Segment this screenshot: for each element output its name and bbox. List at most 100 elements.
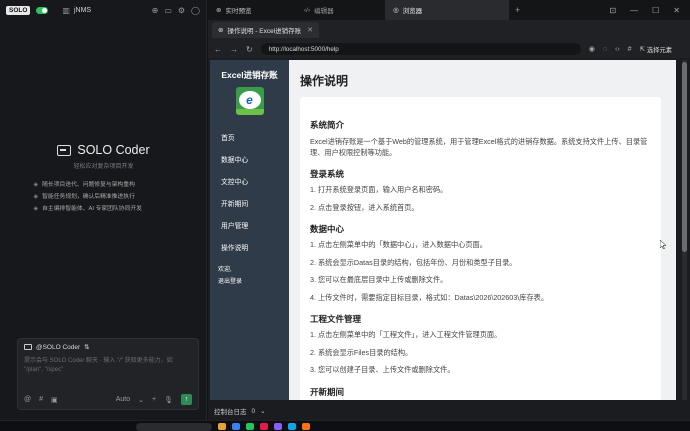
chat-placeholder[interactable]: 提示会与 SOLO Coder 聊天 · 输入 "/" 获取更多能力，如 "/p… xyxy=(18,355,198,377)
chevron-down-icon[interactable]: ⌄ xyxy=(260,407,265,415)
browser-navbar: ← → ↻ http://localhost:5000/help ◉ ◌ ‹› … xyxy=(208,40,690,58)
taskbar-app-icon[interactable] xyxy=(274,423,282,430)
list-item: 1. 打开系统登录页面，输入用户名和密码。 xyxy=(310,185,448,194)
feature-text: 自主编排智能体、AI 专家团队协同开发 xyxy=(42,206,142,212)
nav-item-home[interactable]: 首页 xyxy=(210,126,289,148)
list-item: 3. 您可以创建子目录、上传文件或删除文件。 xyxy=(310,365,455,374)
taskbar-app-icon[interactable] xyxy=(246,423,254,430)
code-icon: ‹/› xyxy=(304,6,311,14)
send-button[interactable]: ↑ xyxy=(181,394,192,405)
close-icon[interactable]: ✕ xyxy=(673,6,680,15)
nav-item-new-period[interactable]: 开新期间 xyxy=(210,192,289,214)
tab-label: 编辑器 xyxy=(314,8,334,15)
feature-item: ◈ 自主编排智能体、AI 专家团队协同开发 xyxy=(34,203,174,215)
nav-item-help[interactable]: 操作说明 xyxy=(210,236,289,258)
taskbar-app-icon[interactable] xyxy=(218,423,226,430)
help-card: 系统简介 Excel进销存账是一个基于Web的管理系统，用于管理Excel格式的… xyxy=(300,97,661,400)
account-icon[interactable]: ◯ xyxy=(191,6,200,15)
maximize-icon[interactable]: ☐ xyxy=(652,6,659,15)
logo-stripe xyxy=(235,109,264,115)
browser-icon: ◎ xyxy=(393,7,399,14)
tab-editor[interactable]: ‹/› 编辑器 xyxy=(296,0,385,20)
new-chat-icon[interactable]: ⊕ xyxy=(152,6,159,15)
list-item: 2. 系统会显示Files目录的结构。 xyxy=(310,347,413,357)
page-tab-title: 操作说明 - Excel进销存账 xyxy=(227,28,302,35)
settings-icon[interactable]: ⚙ xyxy=(178,6,185,15)
mode-select[interactable]: Auto xyxy=(116,396,130,403)
console-label[interactable]: 控制台日志 xyxy=(214,406,247,416)
nav-item-data-center[interactable]: 数据中心 xyxy=(210,148,289,170)
record-icon[interactable]: ◉ xyxy=(589,45,595,53)
reload-icon[interactable]: ↻ xyxy=(246,45,253,54)
agent-mention: @SOLO Coder xyxy=(36,343,81,351)
close-tab-icon[interactable]: ✕ xyxy=(307,26,313,34)
taskbar-app-icon[interactable] xyxy=(260,423,268,430)
taskbar-app-icon[interactable] xyxy=(302,423,310,430)
navbar-tools: ◉ ◌ ‹› # ⇱ 选择元素 xyxy=(589,45,672,54)
chevron-down-icon[interactable]: ⌄ xyxy=(138,396,144,404)
add-icon[interactable]: + xyxy=(152,396,156,403)
browser-tabbar: ⊛ 操作说明 - Excel进销存账 ✕ xyxy=(208,20,690,40)
solo-subtitle: 轻松应对复杂项目开发 xyxy=(73,164,134,170)
screen: SOLO ▥ jNMS ⊕ ▭ ⚙ ◯ SOLO Coder 轻松应对复杂项目开… xyxy=(0,0,690,431)
at-icon[interactable]: @ xyxy=(24,396,31,403)
section-heading: 开新期间 xyxy=(310,386,345,397)
taskbar-search[interactable] xyxy=(136,423,212,431)
screenshot-icon[interactable]: ◌ xyxy=(603,46,607,53)
solo-toggle[interactable] xyxy=(36,6,49,14)
list-item: 1. 点击左侧菜单中的「数据中心」，进入数据中心页面。 xyxy=(310,240,487,249)
chat-mention: @SOLO Coder ⇅ xyxy=(18,339,198,355)
page-favicon-icon: ⊛ xyxy=(218,27,224,34)
console-count: 0 xyxy=(251,407,256,415)
app-nav: 首页 数据中心 文控中心 开新期间 用户管理 操作说明 xyxy=(210,126,289,258)
feature-icon: ◈ xyxy=(33,194,39,200)
hash-tool-icon[interactable]: # xyxy=(628,46,632,53)
tab-browser[interactable]: ◎ 浏览器 xyxy=(385,0,509,20)
taskbar-app-icon[interactable] xyxy=(288,423,296,430)
new-tab-button[interactable]: + xyxy=(509,5,526,15)
split-icon[interactable]: ⊡ xyxy=(609,6,616,15)
page-content: 操作说明 系统简介 Excel进销存账是一个基于Web的管理系统，用于管理Exc… xyxy=(289,60,676,400)
project-name: jNMS xyxy=(73,6,92,14)
nav-item-doc-center[interactable]: 文控中心 xyxy=(210,170,289,192)
project-switcher[interactable]: ▥ jNMS xyxy=(62,6,91,15)
user-area: 欢迎, 退出登录 xyxy=(210,264,289,288)
history-icon[interactable]: ▭ xyxy=(164,6,172,15)
scrollbar-thumb[interactable] xyxy=(682,62,687,252)
feature-icon: ◈ xyxy=(33,182,39,188)
solo-panel: SOLO ▥ jNMS ⊕ ▭ ⚙ ◯ SOLO Coder 轻松应对复杂项目开… xyxy=(0,0,207,420)
mouse-cursor-icon xyxy=(660,240,666,249)
list-item: 2. 系统会显示Datas目录的结构，包括年份、月份和类型子目录。 xyxy=(310,257,517,267)
solo-title-text: SOLO Coder xyxy=(77,143,150,157)
mic-icon[interactable]: 🎙 xyxy=(164,396,173,404)
welcome-text: 欢迎, xyxy=(218,267,232,273)
section-heading: 数据中心 xyxy=(310,224,345,234)
page-tab[interactable]: ⊛ 操作说明 - Excel进销存账 ✕ xyxy=(212,22,319,38)
taskbar-app-icon[interactable] xyxy=(232,423,240,430)
ie-logo-icon: e xyxy=(235,87,264,115)
sidebar-icon: ▥ xyxy=(62,5,70,15)
hash-icon[interactable]: # xyxy=(39,396,43,403)
section-heading: 工程文件管理 xyxy=(310,314,362,324)
feature-icon: ◈ xyxy=(33,206,39,212)
app-brand: Excel进销存账 xyxy=(221,70,278,80)
image-icon[interactable]: ▣ xyxy=(51,396,58,404)
agent-options-icon[interactable]: ⇅ xyxy=(84,343,89,351)
tab-live-preview[interactable]: ⊛ 实时预览 xyxy=(208,0,296,20)
tab-label: 浏览器 xyxy=(402,8,423,15)
code-view-icon[interactable]: ‹› xyxy=(615,46,620,53)
back-icon[interactable]: ← xyxy=(214,45,222,54)
section-heading: 系统简介 xyxy=(310,120,345,130)
address-bar[interactable]: http://localhost:5000/help xyxy=(260,43,581,55)
forward-icon[interactable]: → xyxy=(230,45,238,54)
solo-welcome: SOLO Coder 轻松应对复杂项目开发 ◈ 随长项目迭代、问题修复与架构重构 … xyxy=(0,143,207,215)
cursor-icon: ⇱ xyxy=(639,45,645,53)
nav-item-users[interactable]: 用户管理 xyxy=(210,214,289,236)
logo-letter: e xyxy=(238,91,261,109)
select-element-button[interactable]: ⇱ 选择元素 xyxy=(640,45,672,54)
app-sidebar: Excel进销存账 e 首页 数据中心 文控中心 开新期间 用户管理 操作说明 … xyxy=(210,60,289,400)
page-scrollbar[interactable] xyxy=(682,60,687,400)
minimize-icon[interactable]: — xyxy=(630,6,638,15)
logout-link[interactable]: 退出登录 xyxy=(218,276,289,288)
chat-input-box[interactable]: @SOLO Coder ⇅ 提示会与 SOLO Coder 聊天 · 输入 "/… xyxy=(17,338,199,410)
